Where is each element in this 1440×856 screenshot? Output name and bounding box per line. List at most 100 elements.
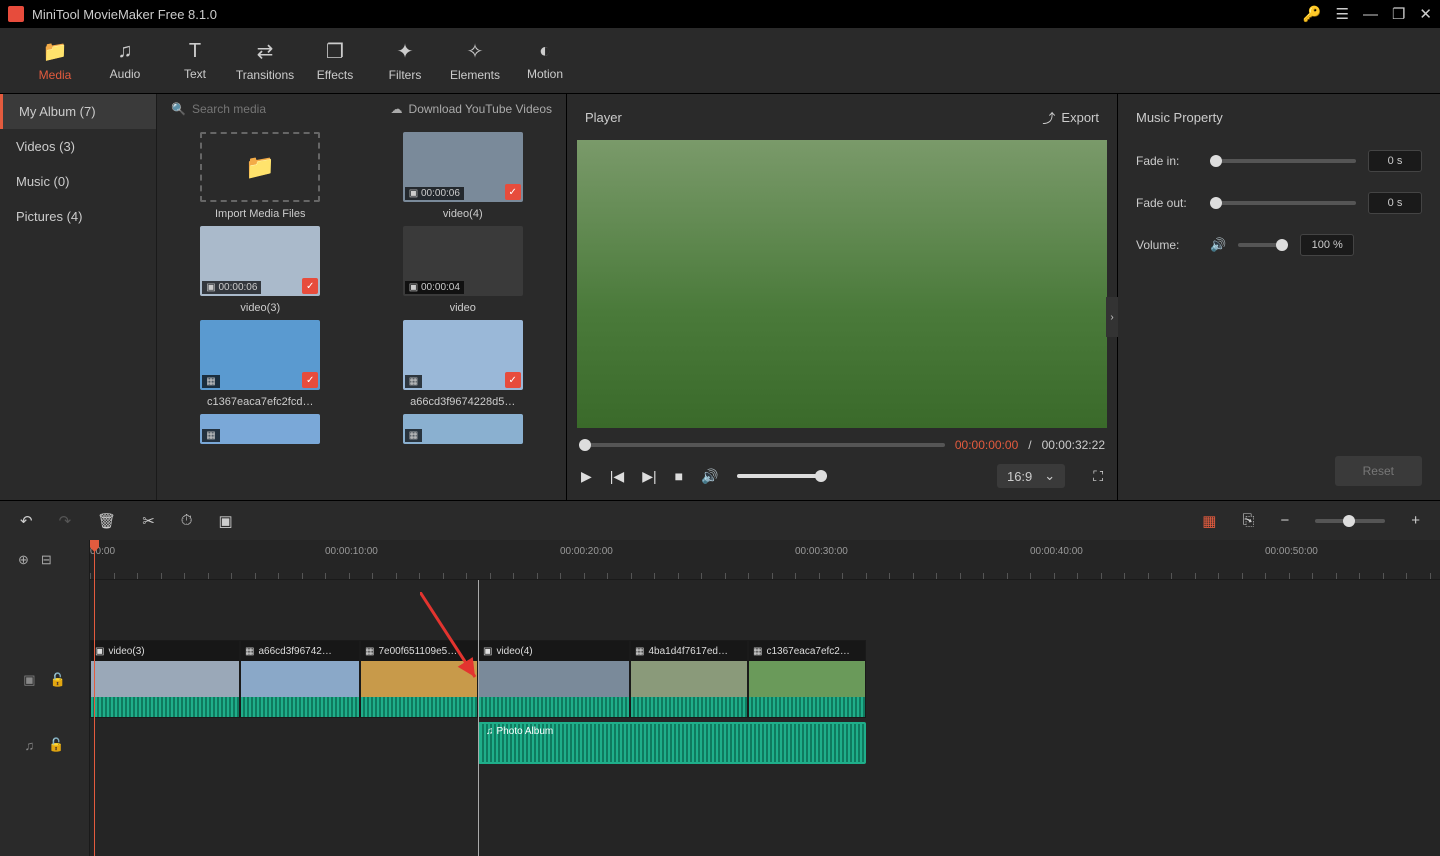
preview-viewport[interactable] [577,140,1107,428]
timeline-view-icon[interactable]: ▦ [1202,512,1216,530]
redo-button[interactable]: ↷ [59,512,72,530]
tab-filters[interactable]: ✦ Filters [370,28,440,94]
tab-label: Elements [450,68,500,82]
sidebar-item[interactable]: My Album (7) [0,94,156,129]
volume-slider[interactable] [1238,243,1288,247]
download-youtube-link[interactable]: ☁ Download YouTube Videos [391,102,552,116]
play-button[interactable]: ▶ [581,468,592,485]
tab-transitions[interactable]: ⇄ Transitions [230,28,300,94]
maximize-icon[interactable]: ❐ [1392,5,1405,23]
media-thumb[interactable]: ▦✓a66cd3f9674228d5… [366,320,561,408]
prev-frame-button[interactable]: |◀ [610,468,624,485]
tab-motion[interactable]: ◐Motion [510,28,580,94]
fade-in-value[interactable]: 0 s [1368,150,1422,172]
close-icon[interactable]: ✕ [1419,5,1432,23]
fade-out-slider[interactable] [1210,201,1356,205]
import-media-button[interactable]: 📁Import Media Files [163,132,358,220]
folder-icon: 📁 [200,132,320,202]
menu-icon[interactable]: ☰ [1336,5,1349,23]
media-thumb[interactable]: ▣ 00:00:04video [366,226,561,314]
sidebar-item[interactable]: Pictures (4) [0,199,156,234]
volume-icon[interactable]: 🔊 [701,468,718,485]
scrub-slider[interactable] [579,443,945,447]
media-thumb[interactable]: ▦ [163,414,358,444]
timeline-clip[interactable]: ▣video(3) [90,640,240,718]
timeline-clip[interactable]: ▦7e00f651109e5… [360,640,478,718]
clip-type-icon: ▣ [483,646,492,657]
clip-type-icon: ▦ [635,646,644,657]
player-volume-slider[interactable] [737,474,827,478]
add-track-button[interactable]: ⊕ [18,552,29,568]
reset-button[interactable]: Reset [1335,456,1422,486]
split-indicator [478,580,479,856]
fullscreen-button[interactable]: ⛶ [1093,468,1103,485]
zoom-slider[interactable] [1315,519,1385,523]
collapse-panel-button[interactable]: › [1106,297,1118,337]
tab-effects[interactable]: ❐Effects [300,28,370,94]
media-thumb[interactable]: ▦ [366,414,561,444]
undo-button[interactable]: ↶ [20,512,33,530]
audio-track-icon: ♫ [25,738,35,753]
next-frame-button[interactable]: ▶| [642,468,656,485]
fit-button[interactable]: ⎘ [1242,512,1254,529]
image-badge: ▦ [405,429,422,442]
tab-audio[interactable]: ♫Audio [90,28,160,94]
tab-label: Filters [389,68,422,82]
fade-out-label: Fade out: [1136,196,1198,210]
audio-clip[interactable]: ♫Photo Album [478,722,866,764]
crop-button[interactable]: ▣ [218,512,232,530]
clip-type-icon: ▦ [753,646,762,657]
playhead[interactable] [94,540,95,856]
fade-in-slider[interactable] [1210,159,1356,163]
timeline-clip[interactable]: ▦c1367eaca7efc2… [748,640,866,718]
sidebar-item[interactable]: Videos (3) [0,129,156,164]
tab-text[interactable]: TText [160,28,230,94]
delete-button[interactable]: 🗑 [97,512,116,530]
fade-out-value[interactable]: 0 s [1368,192,1422,214]
timeline-clip[interactable]: ▣video(4) [478,640,630,718]
clip-type-icon: ▣ [95,646,104,657]
minimize-icon[interactable]: — [1363,6,1378,23]
tab-label: Transitions [236,68,294,82]
media-thumb[interactable]: ▣ 00:00:06✓video(4) [366,132,561,220]
tab-media[interactable]: 📁Media [20,28,90,94]
filters-icon: ✦ [397,39,414,64]
split-button[interactable]: ✂ [142,512,155,530]
ruler-tick: 00:00:30:00 [795,546,848,557]
properties-panel: › Music Property Fade in: 0 s Fade out: … [1117,94,1440,500]
download-youtube-label: Download YouTube Videos [409,102,552,116]
timeline-clip[interactable]: ▦a66cd3f96742… [240,640,360,718]
aspect-ratio-value: 16:9 [1007,469,1032,484]
media-label: video(3) [240,302,280,314]
speed-button[interactable]: ⏱ [181,512,193,529]
stop-button[interactable]: ■ [675,468,683,484]
export-label: Export [1061,110,1099,125]
speaker-icon: 🔊 [1210,237,1226,253]
search-input[interactable] [192,102,322,116]
timeline-clip[interactable]: ▦4ba1d4f7617ed… [630,640,748,718]
media-thumb[interactable]: ▣ 00:00:06✓video(3) [163,226,358,314]
zoom-in-button[interactable]: + [1411,512,1420,529]
check-icon: ✓ [505,184,521,200]
player-panel: Player ⤴ Export 00:00:00:00 / 00:00:32:2… [566,94,1117,500]
zoom-out-button[interactable]: − [1280,512,1289,529]
tab-label: Media [39,68,72,82]
app-logo [8,6,24,22]
export-button[interactable]: ⤴ Export [1042,108,1099,127]
media-thumb[interactable]: ▦✓c1367eaca7efc2fcd… [163,320,358,408]
sidebar-item[interactable]: Music (0) [0,164,156,199]
key-icon[interactable]: 🔑 [1303,5,1322,23]
transitions-icon: ⇄ [257,39,274,64]
remove-track-button[interactable]: ⊟ [41,552,52,568]
tab-label: Audio [110,67,141,81]
video-lock-button[interactable]: 🔓 [50,672,66,688]
video-track[interactable]: ▣video(3)▦a66cd3f96742…▦7e00f651109e5…▣v… [90,640,1440,720]
audio-lock-button[interactable]: 🔓 [48,737,64,753]
volume-value[interactable]: 100 % [1300,234,1354,256]
aspect-ratio-select[interactable]: 16:9 ⌄ [997,464,1065,488]
ruler-tick: 00:00:10:00 [325,546,378,557]
audio-track[interactable]: ♫Photo Album [90,720,1440,770]
time-ruler[interactable]: 00:0000:00:10:0000:00:20:0000:00:30:0000… [90,540,1440,580]
media-sidebar: My Album (7)Videos (3)Music (0)Pictures … [0,94,156,500]
tab-elements[interactable]: ✧Elements [440,28,510,94]
